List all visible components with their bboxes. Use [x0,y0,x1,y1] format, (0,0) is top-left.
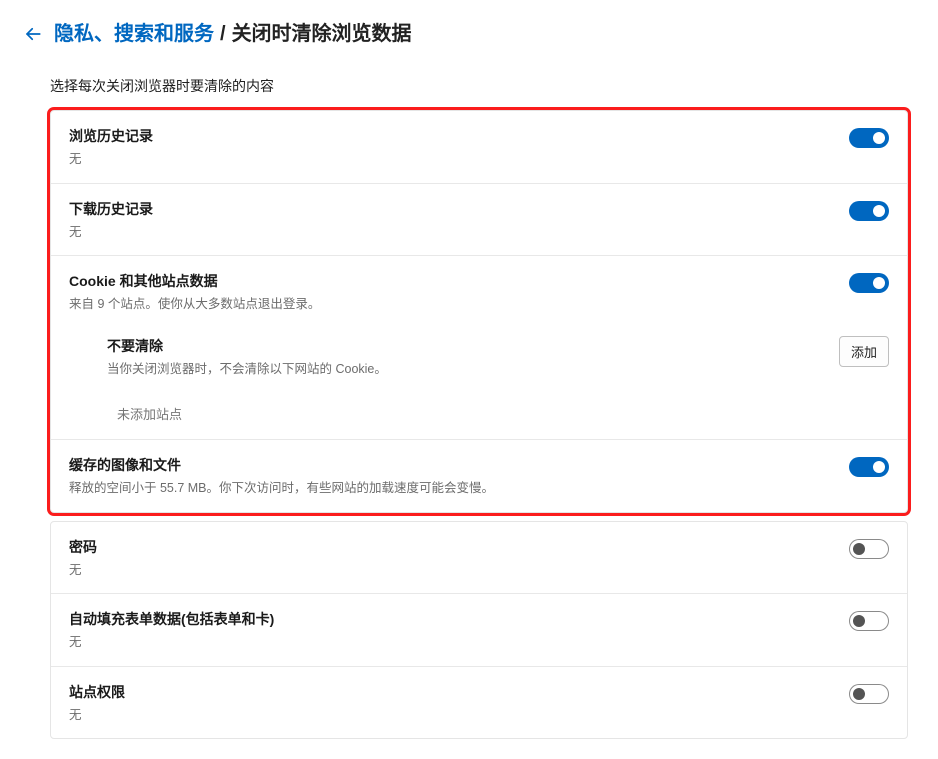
back-button[interactable] [22,23,44,45]
cookies-subsection-title: 不要清除 [107,336,839,356]
setting-subtitle: 释放的空间小于 55.7 MB。你下次访问时，有些网站的加载速度可能会变慢。 [69,480,849,498]
toggle-download-history[interactable] [849,201,889,221]
setting-subtitle: 无 [69,562,849,580]
toggle-site-permissions[interactable] [849,684,889,704]
breadcrumb-separator: / [220,22,226,46]
no-sites-added-text: 未添加站点 [117,404,889,423]
setting-autofill: 自动填充表单数据(包括表单和卡) 无 [51,594,907,667]
setting-download-history: 下载历史记录 无 [51,184,907,257]
setting-passwords: 密码 无 [51,522,907,595]
breadcrumb-parent-link[interactable]: 隐私、搜索和服务 [54,22,214,46]
setting-cookies: Cookie 和其他站点数据 来自 9 个站点。使你从大多数站点退出登录。 [51,256,907,328]
toggle-passwords[interactable] [849,539,889,559]
page-title: 关闭时清除浏览数据 [232,22,412,46]
toggle-cookies[interactable] [849,273,889,293]
setting-subtitle: 无 [69,707,849,725]
toggle-autofill[interactable] [849,611,889,631]
setting-title: 下载历史记录 [69,199,849,219]
breadcrumb: 隐私、搜索和服务 / 关闭时清除浏览数据 [54,22,412,46]
setting-browsing-history: 浏览历史记录 无 [51,111,907,184]
add-site-button[interactable]: 添加 [839,336,889,367]
arrow-left-icon [24,25,42,43]
toggle-cached-images[interactable] [849,457,889,477]
toggle-browsing-history[interactable] [849,128,889,148]
setting-title: 密码 [69,537,849,557]
setting-subtitle: 无 [69,151,849,169]
setting-title: 自动填充表单数据(包括表单和卡) [69,609,849,629]
setting-title: Cookie 和其他站点数据 [69,271,849,291]
setting-title: 浏览历史记录 [69,126,849,146]
setting-site-permissions: 站点权限 无 [51,667,907,739]
setting-title: 缓存的图像和文件 [69,455,849,475]
additional-settings-group: 密码 无 自动填充表单数据(包括表单和卡) 无 站点权限 无 [50,521,908,740]
cookies-do-not-clear-section: 不要清除 当你关闭浏览器时，不会清除以下网站的 Cookie。 添加 未添加站点 [51,328,907,441]
setting-subtitle: 无 [69,634,849,652]
intro-text: 选择每次关闭浏览器时要清除的内容 [50,76,908,96]
setting-title: 站点权限 [69,682,849,702]
setting-cached-images: 缓存的图像和文件 释放的空间小于 55.7 MB。你下次访问时，有些网站的加载速… [51,440,907,512]
setting-subtitle: 来自 9 个站点。使你从大多数站点退出登录。 [69,296,849,314]
cookies-subsection-desc: 当你关闭浏览器时，不会清除以下网站的 Cookie。 [107,361,839,379]
highlighted-settings-group: 浏览历史记录 无 下载历史记录 无 Cookie 和其他站点数据 来自 9 个站… [50,110,908,513]
setting-subtitle: 无 [69,224,849,242]
